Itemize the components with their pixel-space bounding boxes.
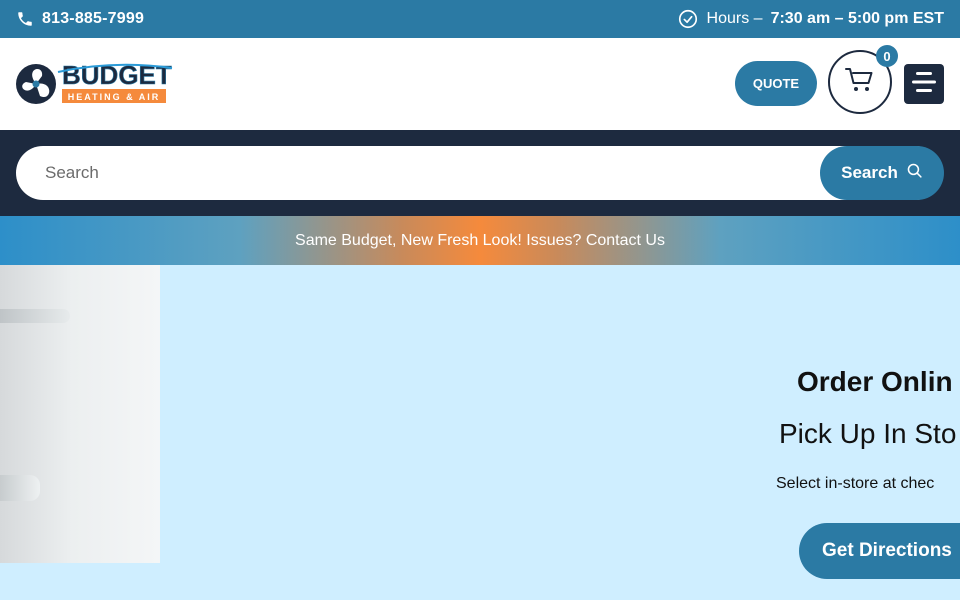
announcement-text[interactable]: Same Budget, New Fresh Look! Issues? Con…	[295, 232, 665, 250]
phone-icon	[16, 10, 34, 28]
menu-button[interactable]	[904, 64, 944, 104]
hours-value: 7:30 am – 5:00 pm EST	[770, 10, 944, 27]
search-bar: Search	[0, 130, 960, 216]
phone-number: 813-885-7999	[42, 10, 145, 27]
site-logo[interactable]: BUDGET HEATING & AIR	[14, 58, 174, 110]
business-hours: Hours – 7:30 am – 5:00 pm EST	[677, 8, 944, 30]
search-input[interactable]	[16, 146, 942, 200]
clock-icon	[677, 8, 699, 30]
top-bar: 813-885-7999 Hours – 7:30 am – 5:00 pm ES…	[0, 0, 960, 38]
svg-text:HEATING & AIR: HEATING & AIR	[68, 92, 161, 102]
cart-count-badge: 0	[876, 45, 898, 67]
hours-label: Hours –	[706, 10, 763, 27]
search-button-label: Search	[841, 163, 898, 182]
phone-link[interactable]: 813-885-7999	[16, 10, 144, 28]
search-button[interactable]: Search	[820, 146, 944, 200]
quote-button[interactable]: QUOTE	[735, 61, 817, 106]
get-directions-button[interactable]: Get Directions	[799, 523, 960, 579]
hero-text: Select in-store at chec	[776, 475, 935, 492]
search-icon	[906, 162, 923, 184]
hero-subheading: Pick Up In Sto	[779, 418, 957, 449]
cart-icon	[845, 66, 875, 99]
hamburger-menu-icon	[912, 71, 936, 98]
hero-section: Order Onlin Pick Up In Sto Select in-sto…	[0, 265, 960, 600]
announcement-bar[interactable]: Same Budget, New Fresh Look! Issues? Con…	[0, 216, 960, 265]
hero-image	[0, 265, 160, 563]
hero-heading: Order Onlin	[797, 366, 953, 397]
